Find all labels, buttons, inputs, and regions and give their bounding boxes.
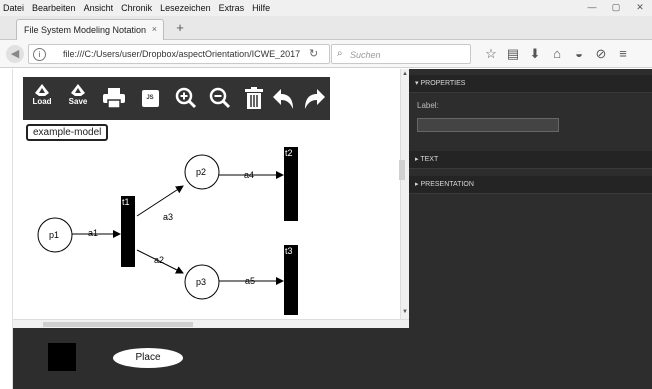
arc-label-a1: a1 xyxy=(88,228,98,238)
pocket-icon[interactable]: ◒ xyxy=(568,45,590,63)
arc-a3[interactable] xyxy=(136,185,184,217)
menu-datei[interactable]: Datei xyxy=(3,3,24,13)
search-placeholder: Suchen xyxy=(350,50,381,60)
place-label-p2: p2 xyxy=(196,167,206,177)
arc-label-a4: a4 xyxy=(244,170,254,180)
label-input[interactable] xyxy=(417,118,559,132)
panel-splitter-handle[interactable] xyxy=(399,160,405,180)
bookmark-star-icon[interactable]: ☆ xyxy=(480,45,502,63)
menu-extras[interactable]: Extras xyxy=(219,3,245,13)
presentation-section-header[interactable]: ▸ PRESENTATION xyxy=(409,176,652,194)
transition-label-t2: t2 xyxy=(285,148,293,158)
navigation-bar: ◀ i file:///C:/Users/user/Dropbox/aspect… xyxy=(0,40,652,68)
transition-t2[interactable] xyxy=(284,147,298,221)
horizontal-scrollbar[interactable] xyxy=(13,319,409,328)
model-canvas[interactable]: Load Save JS example-model a1 a3 a2 a4 a… xyxy=(13,69,400,315)
left-strip xyxy=(0,69,13,389)
arc-label-a5: a5 xyxy=(245,276,255,286)
menu-bar: Datei Bearbeiten Ansicht Chronik Lesezei… xyxy=(0,0,652,16)
menu-bearbeiten[interactable]: Bearbeiten xyxy=(32,3,76,13)
properties-panel: ▾ PROPERTIES Label: ▸ TEXT ▸ PRESENTATIO… xyxy=(409,69,652,389)
url-text[interactable]: file:///C:/Users/user/Dropbox/aspectOrie… xyxy=(63,49,303,59)
tab-close-icon[interactable]: × xyxy=(152,24,157,34)
browser-tab[interactable]: File System Modeling Notation × xyxy=(16,19,164,40)
nav-tools: ☆ ▤ ⬇ ⌂ ◒ ⊘ ≡ xyxy=(480,45,634,63)
transition-label-t3: t3 xyxy=(285,246,293,256)
window-controls: — ▢ ✕ xyxy=(580,0,652,16)
info-icon[interactable]: i xyxy=(33,48,46,61)
back-button[interactable]: ◀ xyxy=(6,45,24,63)
tab-bar: File System Modeling Notation × + xyxy=(0,16,652,40)
reading-list-icon[interactable]: ▤ xyxy=(502,45,524,63)
scroll-up-icon[interactable]: ▲ xyxy=(402,71,408,77)
tab-title: File System Modeling Notation xyxy=(24,25,147,35)
properties-section-header[interactable]: ▾ PROPERTIES xyxy=(409,75,652,93)
label-caption: Label: xyxy=(417,101,439,110)
menu-lesezeichen[interactable]: Lesezeichen xyxy=(160,3,211,13)
transition-label-t1: t1 xyxy=(122,197,130,207)
menu-chronik[interactable]: Chronik xyxy=(121,3,152,13)
download-icon[interactable]: ⬇ xyxy=(524,45,546,63)
presentation-section-title: PRESENTATION xyxy=(420,181,474,188)
palette-transition-shape[interactable] xyxy=(48,343,76,371)
petri-net-diagram: a1 a3 a2 a4 a5 p1 p2 p3 t1 t2 t3 xyxy=(37,147,298,315)
close-window-icon[interactable]: ✕ xyxy=(628,0,652,14)
place-label-p3: p3 xyxy=(196,277,206,287)
place-label-p1: p1 xyxy=(49,230,59,240)
element-palette: Place xyxy=(13,328,409,389)
arc-label-a2: a2 xyxy=(154,255,164,265)
maximize-icon[interactable]: ▢ xyxy=(604,0,628,14)
scroll-down-icon[interactable]: ▼ xyxy=(402,309,408,315)
hamburger-menu-icon[interactable]: ≡ xyxy=(612,45,634,63)
menu-hilfe[interactable]: Hilfe xyxy=(252,3,270,13)
new-tab-button[interactable]: + xyxy=(172,19,188,37)
url-bar[interactable]: i file:///C:/Users/user/Dropbox/aspectOr… xyxy=(28,44,330,64)
text-section-header[interactable]: ▸ TEXT xyxy=(409,151,652,169)
text-section-title: TEXT xyxy=(420,156,439,163)
arc-label-a3: a3 xyxy=(163,212,173,222)
extension-icon[interactable]: ⊘ xyxy=(590,45,612,63)
horizontal-scroll-thumb[interactable] xyxy=(43,322,193,327)
reload-icon[interactable]: ↻ xyxy=(309,47,318,60)
home-icon[interactable]: ⌂ xyxy=(546,45,568,63)
search-icon: ⌕ xyxy=(337,48,343,59)
minimize-icon[interactable]: — xyxy=(580,0,604,14)
search-bar[interactable]: ⌕ Suchen xyxy=(331,44,471,64)
properties-section-title: PROPERTIES xyxy=(420,80,466,87)
vertical-scrollbar[interactable]: ▲ ▼ xyxy=(400,69,409,319)
palette-place-shape[interactable]: Place xyxy=(113,348,183,368)
menu-ansicht[interactable]: Ansicht xyxy=(84,3,114,13)
